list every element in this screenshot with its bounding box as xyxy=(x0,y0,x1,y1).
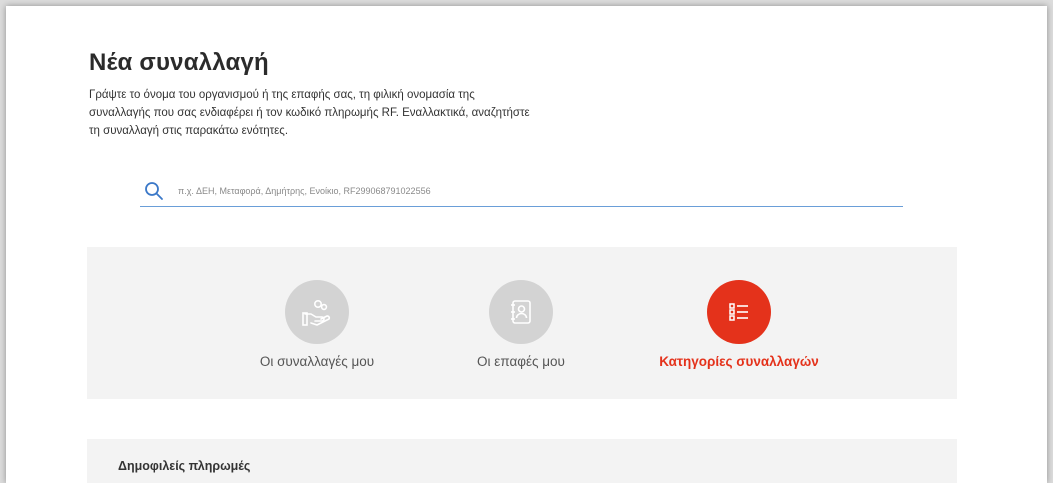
tile-label: Κατηγορίες συναλλαγών xyxy=(659,354,819,369)
intro-line: συναλλαγής που σας ενδιαφέρει ή τον κωδι… xyxy=(89,107,530,119)
search-icon[interactable] xyxy=(144,181,164,201)
tile-my-transactions[interactable]: Οι συναλλαγές μου xyxy=(217,247,417,399)
popular-payments-section: Δημοφιλείς πληρωμές xyxy=(87,439,957,483)
intro-line: τη συναλλαγή στις παρακάτω ενότητες. xyxy=(89,125,289,137)
search-input[interactable] xyxy=(178,180,878,202)
tile-my-contacts[interactable]: Οι επαφές μου xyxy=(421,247,621,399)
tile-circle[interactable] xyxy=(285,280,349,344)
intro-line: Γράψτε το όνομα του οργανισμού ή της επα… xyxy=(89,89,475,101)
shortcut-tiles-panel: Οι συναλλαγές μου Οι επαφές μου Κατηγορί… xyxy=(87,247,957,399)
tile-label: Οι επαφές μου xyxy=(477,354,565,369)
tile-circle[interactable] xyxy=(489,280,553,344)
search-bar[interactable] xyxy=(140,174,903,207)
hand-coins-icon xyxy=(302,300,331,326)
page-title: Νέα συναλλαγή xyxy=(89,49,269,76)
tile-label: Οι συναλλαγές μου xyxy=(259,354,375,369)
tile-circle[interactable] xyxy=(707,280,771,344)
tile-transaction-categories[interactable]: Κατηγορίες συναλλαγών xyxy=(639,247,839,399)
intro-text: Γράψτε το όνομα του οργανισμού ή της επα… xyxy=(89,86,629,140)
category-list-icon xyxy=(729,303,748,321)
section-title: Δημοφιλείς πληρωμές xyxy=(118,459,251,473)
app-window: Νέα συναλλαγή Γράψτε το όνομα του οργανι… xyxy=(6,6,1047,483)
contacts-book-icon xyxy=(511,300,531,324)
